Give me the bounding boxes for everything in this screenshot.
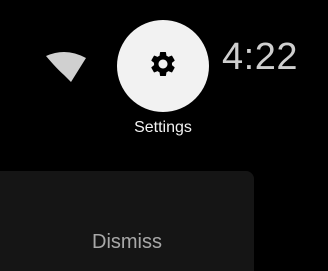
settings-button[interactable] — [117, 20, 209, 112]
settings-label: Settings — [134, 119, 192, 136]
dismiss-button[interactable]: Dismiss — [0, 171, 254, 271]
clock-time: 4:22 — [222, 36, 298, 78]
dismiss-label: Dismiss — [92, 231, 162, 253]
wifi-icon — [44, 49, 88, 83]
gear-icon — [148, 49, 178, 84]
